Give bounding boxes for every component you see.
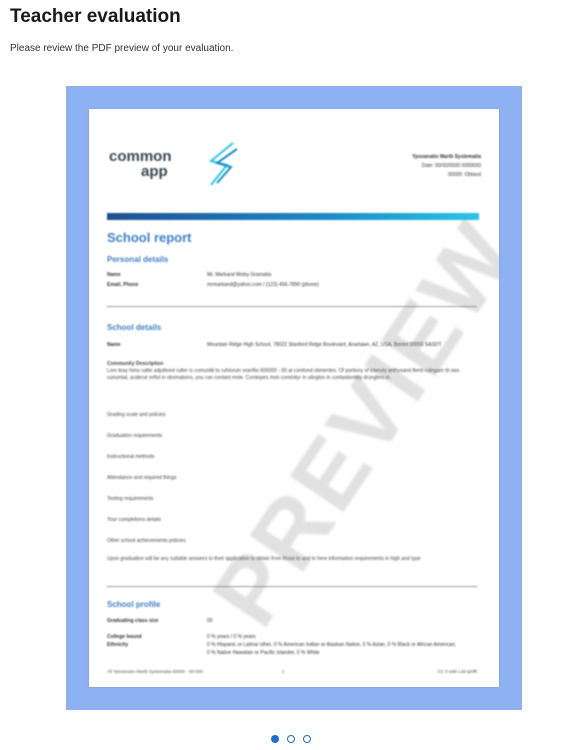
logo-text-line1: common	[109, 148, 172, 165]
school-row-key: Name	[107, 342, 121, 348]
profile-row-key: Ethnicity	[107, 642, 129, 648]
profile-row-value: 0 % Hispanic or Latina/ other, 0 % Ameri…	[207, 642, 457, 656]
common-app-logo-mark-icon	[208, 142, 238, 186]
profile-row: College bound 0 % years / 0 % years	[107, 633, 477, 641]
header-line2: Date: 00/00/0000 0000000	[421, 163, 481, 169]
page-dot-3[interactable]	[303, 735, 311, 743]
footer-left: All Ypsvanatio Marib Systematia 00000 - …	[107, 669, 203, 674]
profile-row-value: 0 % years / 0 % years	[207, 634, 256, 640]
logo-text-line2: app	[141, 163, 168, 180]
pdf-preview-frame[interactable]: common app Ypsvanatio Marib Systematia D…	[66, 86, 522, 710]
profile-row: Ethnicity 0 % Hispanic or Latina/ other, …	[107, 641, 477, 657]
pdf-page: common app Ypsvanatio Marib Systematia D…	[89, 109, 499, 687]
page-dot-1[interactable]	[271, 735, 279, 743]
school-profile-heading: School profile	[107, 600, 161, 609]
header-color-bar	[107, 213, 479, 220]
header-line3: 00000: Obtand	[447, 172, 481, 178]
profile-row-key: College bound	[107, 634, 142, 640]
header-name: Ypsvanatio Marib Systematia	[412, 154, 481, 160]
header-info: Ypsvanatio Marib Systematia Date: 00/00/…	[412, 153, 481, 180]
personal-row-key: Email, Phone	[107, 282, 139, 288]
report-title: School report	[107, 230, 192, 245]
pdf-footer: All Ypsvanatio Marib Systematia 00000 - …	[107, 669, 477, 674]
footer-page-number: 1	[282, 669, 285, 674]
personal-row-key: Name	[107, 272, 121, 278]
pagination-dots	[271, 730, 319, 748]
page-title: Teacher evaluation	[10, 6, 181, 27]
school-details-heading: School details	[107, 323, 162, 332]
personal-details-heading: Personal details	[107, 255, 169, 264]
page-subtitle: Please review the PDF preview of your ev…	[10, 43, 234, 54]
common-app-logo: common app	[109, 142, 238, 186]
profile-row-key: Graduating class size	[107, 618, 159, 624]
footer-right: CC 0 with Ldd tphfft	[437, 669, 477, 674]
preview-watermark: PREVIEW	[191, 202, 499, 644]
page-dot-2[interactable]	[287, 735, 295, 743]
